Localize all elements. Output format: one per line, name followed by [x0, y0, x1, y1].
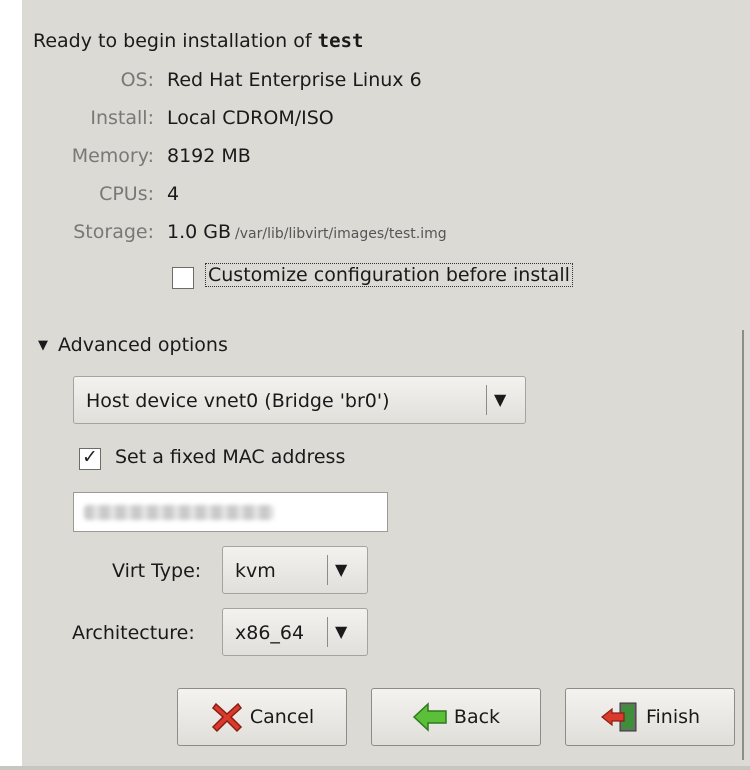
- customize-checkbox-label[interactable]: Customize configuration before install: [205, 263, 573, 287]
- vm-name: test: [317, 30, 364, 52]
- os-value: Red Hat Enterprise Linux 6: [167, 69, 422, 91]
- storage-label: Storage:: [73, 221, 154, 243]
- memory-label: Memory:: [71, 145, 154, 167]
- storage-path: /var/lib/libvirt/images/test.img: [235, 226, 447, 242]
- architecture-value: x86_64: [235, 622, 305, 644]
- finish-exit-icon: [600, 702, 637, 732]
- virt-type-label: Virt Type:: [112, 560, 202, 582]
- install-summary-heading: Ready to begin installation of test: [33, 30, 363, 52]
- finish-button[interactable]: Finish: [565, 688, 735, 746]
- install-label: Install:: [90, 107, 154, 129]
- network-source-value: Host device vnet0 (Bridge 'br0'): [86, 390, 390, 412]
- dropdown-arrow-icon: ▼: [335, 560, 348, 579]
- virt-type-value: kvm: [235, 560, 276, 582]
- window-right-edge: [742, 330, 744, 760]
- cancel-button[interactable]: Cancel: [177, 688, 347, 746]
- storage-size: 1.0 GB: [167, 221, 232, 243]
- finish-button-label: Finish: [645, 706, 701, 728]
- back-button[interactable]: Back: [371, 688, 541, 746]
- advanced-options-expander[interactable]: ▼ Advanced options: [38, 334, 228, 356]
- storage-value: 1.0 GB/var/lib/libvirt/images/test.img: [167, 221, 447, 243]
- architecture-label: Architecture:: [72, 622, 195, 644]
- network-source-select[interactable]: Host device vnet0 (Bridge 'br0') ▼: [73, 376, 526, 424]
- virt-type-select[interactable]: kvm ▼: [222, 546, 368, 594]
- window-bottom-edge: [0, 766, 750, 770]
- expander-triangle-icon: ▼: [38, 338, 48, 353]
- install-value: Local CDROM/ISO: [167, 107, 334, 129]
- fixed-mac-label[interactable]: Set a fixed MAC address: [115, 446, 345, 468]
- mac-address-input[interactable]: [73, 492, 388, 532]
- mac-address-redacted: [84, 505, 274, 520]
- cancel-icon: [211, 702, 242, 733]
- cpus-value: 4: [167, 183, 180, 205]
- back-button-label: Back: [453, 706, 501, 728]
- memory-value: 8192 MB: [167, 145, 251, 167]
- dropdown-arrow-icon: ▼: [494, 390, 507, 409]
- cpus-label: CPUs:: [99, 183, 154, 205]
- heading-prefix: Ready to begin installation of: [33, 30, 318, 52]
- advanced-options-label: Advanced options: [58, 334, 228, 356]
- dropdown-arrow-icon: ▼: [335, 622, 348, 641]
- cancel-button-label: Cancel: [249, 706, 315, 728]
- os-label: OS:: [120, 69, 154, 91]
- back-arrow-icon: [412, 702, 447, 732]
- fixed-mac-checkbox[interactable]: [79, 446, 101, 470]
- architecture-select[interactable]: x86_64 ▼: [222, 608, 368, 656]
- customize-checkbox[interactable]: [172, 267, 194, 289]
